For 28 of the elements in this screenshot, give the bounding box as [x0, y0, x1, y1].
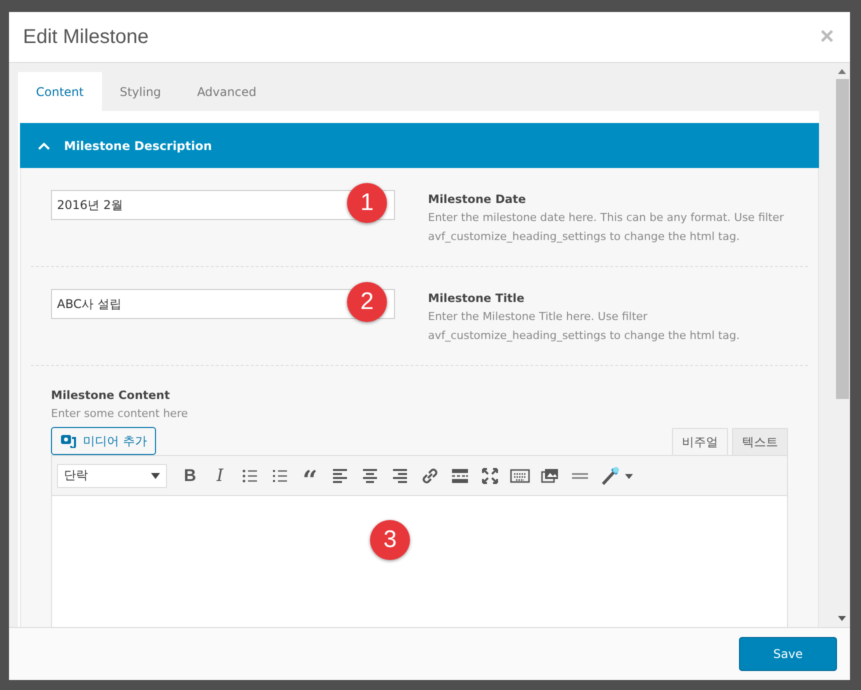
field-label: Milestone Title [428, 290, 526, 307]
field-help-text: Enter the Milestone Title here. Use filter avf_customize_heading_settings to change the html tag. [428, 309, 741, 344]
field-label: Milestone Date [428, 191, 527, 208]
tab[interactable]: Advanced [179, 72, 274, 111]
scroll-down-icon[interactable] [838, 616, 846, 621]
annotation-badge: 3 [370, 520, 410, 560]
toolbar-button[interactable]: I [207, 462, 233, 488]
text-editor-area[interactable]: 3 [52, 496, 787, 627]
media-icon [60, 434, 76, 448]
toolbar-button[interactable]: “ [297, 462, 323, 488]
field-label: Milestone Content [51, 387, 171, 404]
annotation-badge: 1 [347, 183, 387, 223]
format-dropdown[interactable]: 단락 [57, 464, 167, 488]
editor-tab[interactable]: 비주얼 [672, 428, 728, 455]
save-button[interactable]: Save [739, 637, 837, 671]
chevron-icon [38, 142, 50, 150]
section-header[interactable]: Milestone Description [20, 123, 819, 168]
scroll-up-icon[interactable] [838, 69, 846, 74]
dialog-title: Edit Milestone [23, 26, 149, 48]
field-help-text: Enter some content here [51, 406, 189, 422]
toolbar-button[interactable]: B [177, 462, 203, 488]
tab[interactable]: Styling [102, 72, 180, 111]
annotation-badge: 2 [347, 282, 387, 322]
add-media-button[interactable]: 미디어 추가 [51, 427, 156, 455]
caret-icon [151, 472, 160, 478]
field-help-text: Enter the milestone date here. This can be any format. Use filter avf_customize_heading_settings to change the html tag. [428, 210, 785, 245]
tab[interactable]: Content [18, 72, 102, 111]
editor-tab[interactable]: 텍스트 [732, 428, 788, 455]
